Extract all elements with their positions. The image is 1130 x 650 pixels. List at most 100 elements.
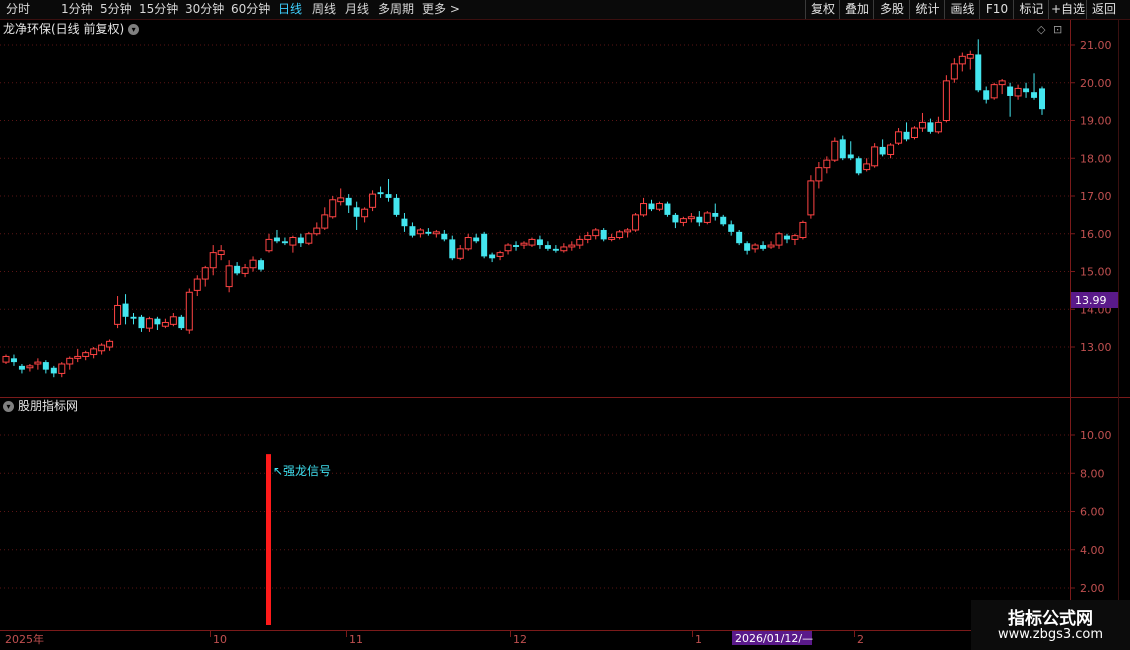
- candle: [1023, 82, 1030, 98]
- candle: [513, 241, 520, 251]
- candle: [815, 162, 823, 189]
- candle: [576, 235, 584, 249]
- price-tick-label: 21.00: [1080, 39, 1112, 52]
- candle: [975, 39, 982, 93]
- candle: [847, 141, 854, 161]
- candle: [640, 197, 648, 217]
- candle: [178, 314, 185, 331]
- candle: [807, 175, 815, 219]
- candle: [66, 356, 74, 370]
- candle: [584, 231, 592, 244]
- time-label-dec: 12: [513, 633, 527, 646]
- candle: [106, 339, 114, 351]
- cursor-date-label: 2026/01/12/—: [735, 632, 813, 645]
- candle: [329, 196, 337, 219]
- candle: [791, 233, 799, 246]
- candle: [863, 158, 871, 172]
- candle: [616, 229, 624, 240]
- candle: [1007, 82, 1014, 117]
- candle: [209, 245, 217, 276]
- time-label-jan: 1: [695, 633, 702, 646]
- candle: [855, 156, 862, 176]
- kline-chart[interactable]: ◇ ⊡ 21.0020.0019.0018.0017.0016.0015.001…: [0, 0, 1130, 650]
- candle: [297, 233, 304, 247]
- candle: [600, 228, 607, 242]
- candle: [122, 294, 129, 325]
- candle: [369, 190, 377, 212]
- candle: [839, 135, 846, 161]
- candle: [473, 233, 480, 244]
- candle: [90, 347, 98, 359]
- candle: [281, 237, 288, 246]
- candle: [313, 222, 321, 236]
- main-grid: [0, 44, 1070, 348]
- candle: [664, 201, 671, 217]
- candle: [544, 241, 551, 251]
- candle: [990, 82, 998, 100]
- candle: [552, 245, 559, 253]
- candle: [353, 201, 360, 230]
- candle: [10, 354, 17, 366]
- candle: [760, 241, 767, 251]
- indicator-axis: 10.00 8.00 6.00 4.00 2.00: [1070, 429, 1112, 595]
- restore-icon[interactable]: ⊡: [1053, 23, 1062, 36]
- candle: [712, 203, 719, 221]
- candle: [504, 243, 512, 255]
- candle: [736, 229, 743, 246]
- candle: [26, 363, 34, 372]
- candle: [258, 258, 265, 272]
- candle: [361, 207, 369, 223]
- candle: [385, 179, 392, 202]
- candle: [401, 212, 408, 232]
- candle: [114, 296, 122, 329]
- candle: [425, 228, 432, 236]
- current-price-label: 13.99: [1075, 294, 1107, 307]
- candle: [34, 358, 42, 370]
- candle: [624, 228, 632, 238]
- sub-grid: [0, 434, 1070, 589]
- time-label-year: 2025年: [5, 632, 44, 646]
- candle: [42, 360, 49, 374]
- price-tick-label: 15.00: [1080, 266, 1112, 279]
- candle: [934, 116, 942, 134]
- candle: [751, 243, 759, 253]
- diamond-icon[interactable]: ◇: [1037, 23, 1046, 36]
- candle: [632, 212, 640, 232]
- candle: [679, 216, 687, 227]
- candle: [432, 229, 440, 238]
- candle: [1039, 86, 1045, 115]
- candle: [441, 229, 448, 242]
- candle: [910, 126, 918, 140]
- candle: [273, 229, 280, 244]
- candle: [185, 288, 193, 334]
- candle: [879, 139, 886, 157]
- candle: [536, 235, 543, 249]
- price-tick-label: 19.00: [1080, 115, 1112, 128]
- candle: [58, 362, 66, 378]
- candle: [154, 316, 161, 331]
- candle: [1031, 73, 1038, 100]
- indicator-tick-label: 8.00: [1080, 467, 1105, 480]
- candle: [449, 235, 456, 261]
- candle: [138, 314, 145, 332]
- watermark-logo: 指标公式网 www.zbgs3.com: [971, 600, 1130, 650]
- candle: [887, 143, 895, 159]
- candle: [998, 78, 1006, 95]
- candle: [918, 112, 926, 132]
- candle: [265, 233, 273, 253]
- candle: [225, 260, 233, 293]
- candle: [767, 241, 775, 249]
- candle: [672, 212, 679, 229]
- indicator-tick-label: 2.00: [1080, 582, 1105, 595]
- candle: [337, 188, 345, 206]
- indicator-tick-label: 6.00: [1080, 506, 1105, 519]
- candle: [345, 194, 352, 213]
- candle: [481, 231, 488, 259]
- candle: [799, 220, 807, 240]
- candlestick-series: [2, 39, 1045, 378]
- price-tick-label: 18.00: [1080, 152, 1112, 165]
- candle: [393, 194, 400, 217]
- candle: [193, 275, 201, 297]
- candle: [528, 237, 536, 247]
- price-tick-label: 13.00: [1080, 341, 1112, 354]
